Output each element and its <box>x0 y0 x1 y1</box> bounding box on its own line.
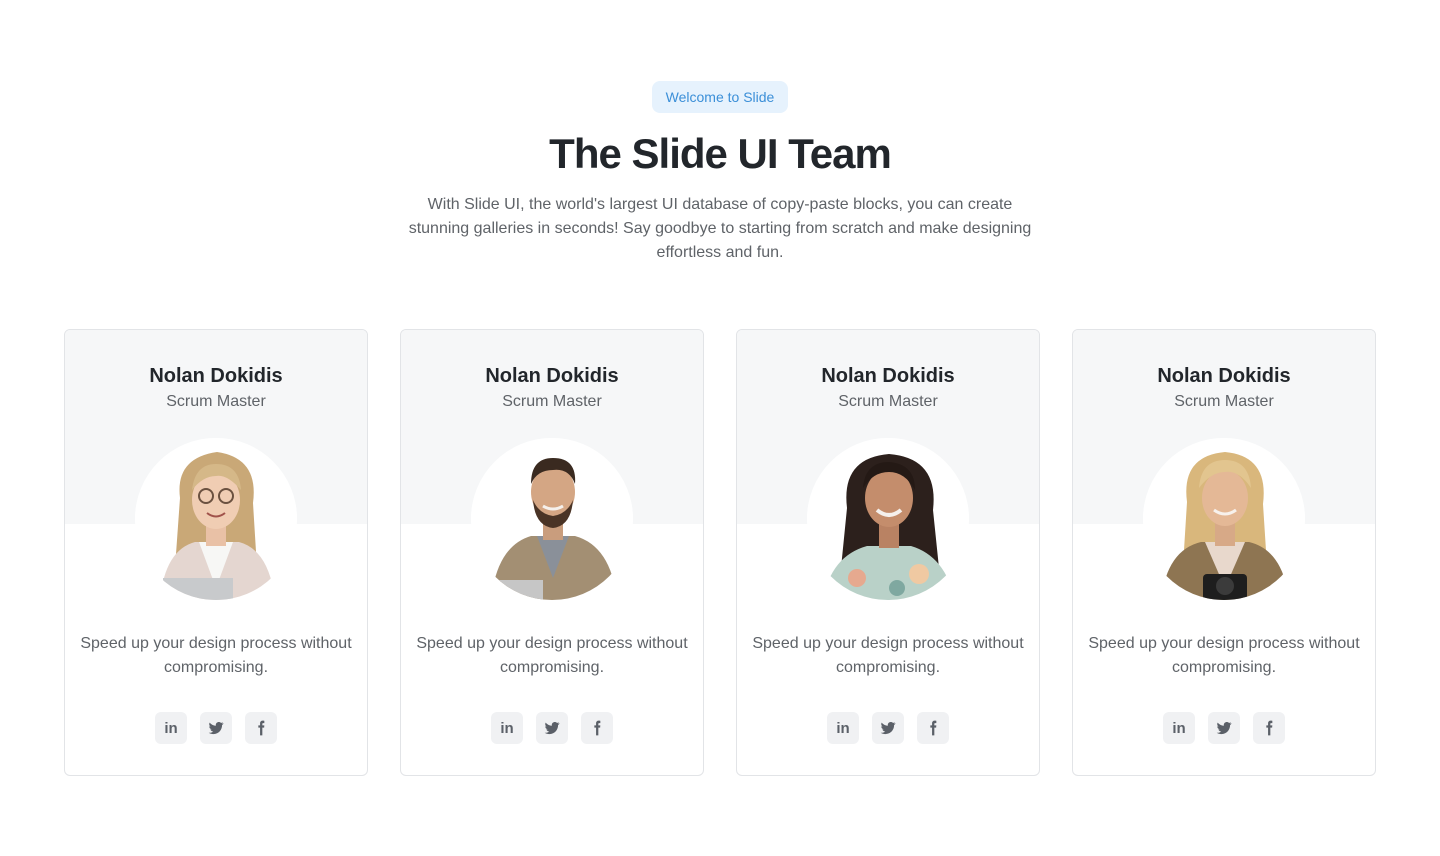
page-subtitle: With Slide UI, the world's largest UI da… <box>408 196 1032 261</box>
facebook-icon[interactable] <box>917 712 949 744</box>
team-card: Nolan Dokidis Scrum Master Speed up your… <box>1072 329 1376 776</box>
linkedin-label: in <box>1172 719 1186 737</box>
team-cards: Nolan Dokidis Scrum Master Speed up your… <box>64 329 1376 776</box>
linkedin-icon[interactable]: in <box>491 712 523 744</box>
member-quote: Speed up your design process without com… <box>1088 635 1360 676</box>
twitter-icon[interactable] <box>536 712 568 744</box>
avatar <box>807 438 969 600</box>
member-role: Scrum Master <box>1174 393 1274 410</box>
team-card: Nolan Dokidis Scrum Master Speed up your… <box>400 329 704 776</box>
social-links: in <box>491 712 613 744</box>
social-links: in <box>1163 712 1285 744</box>
member-quote: Speed up your design process without com… <box>752 635 1024 676</box>
team-card: Nolan Dokidis Scrum Master Speed up your… <box>64 329 368 776</box>
team-card: Nolan Dokidis Scrum Master Speed up your… <box>736 329 1040 776</box>
linkedin-label: in <box>836 719 850 737</box>
linkedin-icon[interactable]: in <box>1163 712 1195 744</box>
twitter-icon[interactable] <box>200 712 232 744</box>
social-links: in <box>827 712 949 744</box>
welcome-badge: Welcome to Slide <box>652 81 788 113</box>
member-role: Scrum Master <box>502 393 602 410</box>
linkedin-icon[interactable]: in <box>827 712 859 744</box>
member-name: Nolan Dokidis <box>149 365 283 387</box>
member-quote: Speed up your design process without com… <box>416 635 688 676</box>
member-role: Scrum Master <box>166 393 266 410</box>
linkedin-icon[interactable]: in <box>155 712 187 744</box>
page-title: The Slide UI Team <box>549 130 892 177</box>
twitter-icon[interactable] <box>1208 712 1240 744</box>
linkedin-label: in <box>500 719 514 737</box>
member-quote: Speed up your design process without com… <box>80 635 352 676</box>
avatar <box>471 438 633 600</box>
member-name: Nolan Dokidis <box>821 365 955 387</box>
facebook-icon[interactable] <box>1253 712 1285 744</box>
member-name: Nolan Dokidis <box>1157 365 1291 387</box>
facebook-icon[interactable] <box>245 712 277 744</box>
social-links: in <box>155 712 277 744</box>
avatar <box>135 438 297 600</box>
linkedin-label: in <box>164 719 178 737</box>
twitter-icon[interactable] <box>872 712 904 744</box>
facebook-icon[interactable] <box>581 712 613 744</box>
avatar <box>1143 438 1305 600</box>
member-name: Nolan Dokidis <box>485 365 619 387</box>
member-role: Scrum Master <box>838 393 938 410</box>
